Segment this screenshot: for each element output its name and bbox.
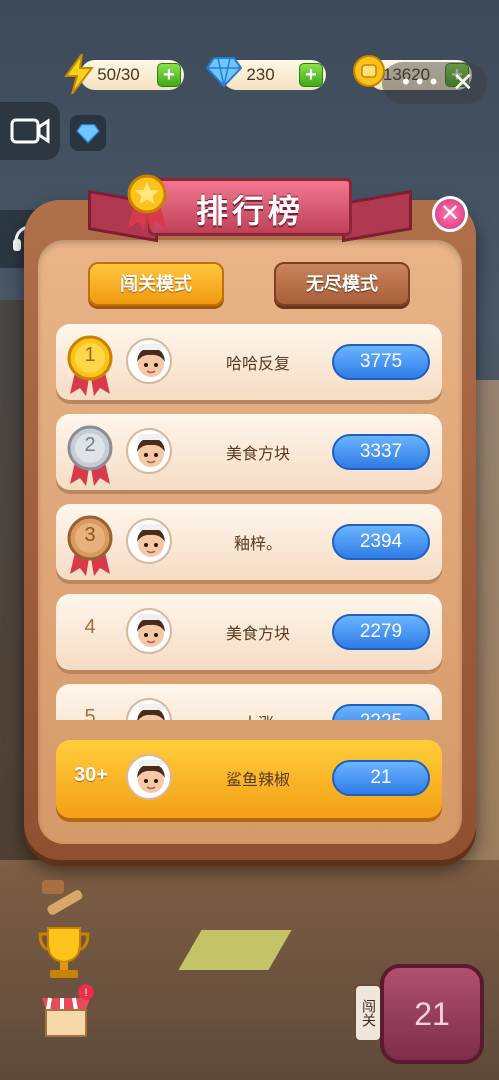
player-avatar [126, 338, 172, 384]
level-start-button[interactable]: 21 [380, 964, 484, 1064]
shop-icon[interactable]: ! [36, 982, 96, 1046]
video-reward-gem [70, 115, 106, 151]
diamond-icon [205, 54, 243, 93]
trophy-icon[interactable] [36, 922, 92, 986]
ribbon-tail-right [342, 189, 412, 243]
leaderboard-row: 2 美食方块 3337 [56, 414, 442, 490]
hammer-tool-icon[interactable] [36, 870, 92, 924]
mini-program-capsule: ••• ✕ [382, 62, 487, 104]
player-avatar [126, 518, 172, 564]
my-rank-row: 30+ 鲨鱼辣椒 21 [56, 740, 442, 818]
star-medal-icon [124, 174, 170, 234]
leaderboard-list[interactable]: 1 哈哈反复 3775 2 美食方块 3337 3 釉梓。 2394 4 美食方… [56, 320, 444, 720]
player-name: 土涨 [206, 710, 310, 720]
close-icon[interactable]: ✕ [452, 68, 474, 98]
player-score: 2279 [332, 614, 430, 650]
leaderboard-title: 排行榜 [195, 192, 304, 230]
my-avatar [126, 754, 172, 800]
more-dots-icon[interactable]: ••• [400, 70, 441, 94]
player-score: 2225 [332, 704, 430, 720]
my-rank-number: 30+ [74, 764, 108, 786]
leaderboard-row: 5 土涨 2225 [56, 684, 442, 720]
rank-number: 4 [84, 616, 96, 638]
video-camera-icon [10, 118, 50, 144]
svg-text:!: ! [84, 987, 87, 999]
leaderboard-row: 3 釉梓。 2394 [56, 504, 442, 580]
player-name: 美食方块 [225, 624, 290, 643]
my-score: 21 [332, 760, 430, 796]
diamond-icon [76, 123, 100, 144]
gem-counter[interactable]: 230 + [205, 57, 326, 90]
tab-level-mode[interactable]: 闯关模式 [88, 262, 224, 306]
video-button[interactable] [0, 102, 60, 160]
my-name: 鲨鱼辣椒 [225, 770, 290, 789]
player-score: 3775 [332, 344, 430, 380]
tab-endless-mode[interactable]: 无尽模式 [274, 262, 410, 306]
leaderboard-row: 4 美食方块 2279 [56, 594, 442, 670]
add-energy-button[interactable]: + [157, 63, 181, 87]
rank-number: 3 [84, 524, 96, 546]
lightning-icon [64, 53, 95, 99]
player-name: 釉梓。 [233, 534, 282, 553]
player-name: 哈哈反复 [225, 354, 290, 373]
rank-number: 5 [84, 706, 96, 720]
level-mode-tag: 闯关 [354, 984, 382, 1042]
leaderboard-row: 1 哈哈反复 3775 [56, 324, 442, 400]
add-gem-button[interactable]: + [299, 63, 323, 87]
player-score: 3337 [332, 434, 430, 470]
player-avatar [126, 608, 172, 654]
player-score: 2394 [332, 524, 430, 560]
close-leaderboard-button[interactable]: ✕ [432, 196, 468, 232]
player-avatar [126, 428, 172, 474]
player-avatar [126, 698, 172, 720]
coin-icon [352, 54, 386, 93]
rank-number: 1 [84, 344, 96, 366]
player-name: 美食方块 [225, 444, 290, 463]
energy-counter[interactable]: 50/30 + [64, 53, 184, 95]
rank-number: 2 [84, 434, 96, 456]
